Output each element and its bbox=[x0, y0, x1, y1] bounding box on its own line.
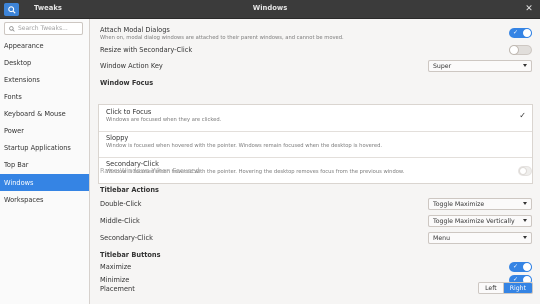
raise-windows-row: Raise Windows When Focused bbox=[100, 166, 532, 176]
sidebar-item-label: Workspaces bbox=[4, 195, 44, 204]
main-panel: Attach Modal Dialogs When on, modal dial… bbox=[91, 19, 540, 304]
raise-windows-label: Raise Windows When Focused bbox=[100, 167, 200, 175]
sidebar: Search Tweaks... Appearance Desktop Exte… bbox=[0, 19, 90, 304]
focus-option-desc: Window is focused when hovered with the … bbox=[106, 143, 383, 149]
search-icon bbox=[9, 25, 15, 32]
maximize-label: Maximize bbox=[100, 263, 132, 271]
sidebar-item-label: Desktop bbox=[4, 58, 32, 67]
secondary-click-row: Secondary-Click Menu bbox=[100, 232, 532, 246]
double-click-combo[interactable]: Toggle Maximize bbox=[428, 198, 532, 210]
attach-modal-toggle[interactable]: ✓ bbox=[509, 28, 532, 38]
titlebar-buttons-heading: Titlebar Buttons bbox=[100, 251, 161, 259]
toggle-knob bbox=[509, 45, 519, 55]
raise-windows-toggle[interactable] bbox=[518, 166, 532, 176]
chevron-down-icon bbox=[523, 236, 527, 239]
sidebar-item-keyboard-mouse[interactable]: Keyboard & Mouse bbox=[0, 105, 89, 122]
focus-option-label: Click to Focus bbox=[106, 108, 152, 116]
close-icon: ✕ bbox=[525, 3, 533, 14]
divider bbox=[99, 131, 532, 132]
resize-secondary-toggle[interactable] bbox=[509, 45, 532, 55]
sidebar-item-desktop[interactable]: Desktop bbox=[0, 54, 89, 71]
placement-label: Placement bbox=[100, 285, 135, 293]
placement-right-button[interactable]: Right bbox=[502, 283, 532, 293]
sidebar-item-fonts[interactable]: Fonts bbox=[0, 88, 89, 105]
sidebar-item-label: Windows bbox=[4, 178, 34, 187]
maximize-row: Maximize ✓ bbox=[100, 262, 532, 272]
sidebar-item-label: Extensions bbox=[4, 75, 40, 84]
sidebar-item-startup-applications[interactable]: Startup Applications bbox=[0, 139, 89, 156]
sidebar-item-label: Fonts bbox=[4, 92, 22, 101]
header-bar: Tweaks Windows ✕ bbox=[0, 0, 540, 19]
placement-toggle-group: Left Right bbox=[478, 282, 533, 294]
combo-value: Toggle Maximize bbox=[433, 200, 485, 208]
search-placeholder: Search Tweaks... bbox=[18, 25, 68, 32]
resize-secondary-row: Resize with Secondary-Click bbox=[100, 45, 532, 55]
combo-value: Super bbox=[433, 62, 452, 70]
titlebar-actions-heading: Titlebar Actions bbox=[100, 186, 159, 194]
combo-value: Toggle Maximize Vertically bbox=[433, 217, 515, 225]
minimize-row: Minimize ✓ bbox=[100, 275, 532, 285]
window-action-key-combo[interactable]: Super bbox=[428, 60, 532, 72]
double-click-row: Double-Click Toggle Maximize bbox=[100, 198, 532, 212]
sidebar-item-label: Startup Applications bbox=[4, 143, 71, 152]
window-title: Windows bbox=[252, 4, 288, 12]
secondary-click-combo[interactable]: Menu bbox=[428, 232, 532, 244]
attach-modal-row: Attach Modal Dialogs When on, modal dial… bbox=[100, 26, 532, 41]
check-icon: ✓ bbox=[513, 263, 519, 270]
maximize-toggle[interactable]: ✓ bbox=[509, 262, 532, 272]
placement-left-button[interactable]: Left bbox=[479, 283, 503, 293]
focus-option-label: Sloppy bbox=[106, 134, 129, 142]
window-action-key-row: Window Action Key Super bbox=[100, 60, 532, 74]
search-input[interactable]: Search Tweaks... bbox=[4, 22, 83, 35]
attach-modal-desc: When on, modal dialog windows are attach… bbox=[100, 35, 344, 41]
middle-click-combo[interactable]: Toggle Maximize Vertically bbox=[428, 215, 532, 227]
sidebar-item-appearance[interactable]: Appearance bbox=[0, 37, 89, 54]
sidebar-item-label: Appearance bbox=[4, 41, 44, 50]
sidebar-item-label: Top Bar bbox=[4, 160, 29, 169]
sidebar-item-top-bar[interactable]: Top Bar bbox=[0, 156, 89, 173]
attach-modal-label: Attach Modal Dialogs bbox=[100, 26, 170, 34]
toggle-knob bbox=[519, 167, 527, 175]
toggle-knob bbox=[522, 28, 532, 38]
sidebar-item-label: Power bbox=[4, 126, 24, 135]
check-icon: ✓ bbox=[513, 29, 519, 36]
sidebar-item-extensions[interactable]: Extensions bbox=[0, 71, 89, 88]
toggle-knob bbox=[522, 262, 532, 272]
focus-option-click[interactable]: Click to Focus Windows are focused when … bbox=[106, 108, 526, 128]
placement-row: Placement bbox=[100, 285, 532, 293]
middle-click-row: Middle-Click Toggle Maximize Vertically bbox=[100, 215, 532, 229]
focus-option-desc: Windows are focused when they are clicke… bbox=[106, 117, 222, 123]
resize-secondary-label: Resize with Secondary-Click bbox=[100, 46, 193, 54]
sidebar-item-windows[interactable]: Windows bbox=[0, 174, 89, 191]
combo-value: Menu bbox=[433, 234, 450, 242]
sidebar-item-workspaces[interactable]: Workspaces bbox=[0, 191, 89, 208]
minimize-label: Minimize bbox=[100, 276, 130, 284]
close-button[interactable]: ✕ bbox=[524, 4, 534, 14]
chevron-down-icon bbox=[523, 202, 527, 205]
sidebar-item-power[interactable]: Power bbox=[0, 122, 89, 139]
divider bbox=[99, 157, 532, 158]
check-icon: ✓ bbox=[519, 111, 526, 120]
window-focus-heading: Window Focus bbox=[100, 79, 154, 87]
chevron-down-icon bbox=[523, 64, 527, 67]
chevron-down-icon bbox=[523, 219, 527, 222]
focus-option-sloppy[interactable]: Sloppy Window is focused when hovered wi… bbox=[106, 134, 526, 154]
sidebar-item-label: Keyboard & Mouse bbox=[4, 109, 66, 118]
